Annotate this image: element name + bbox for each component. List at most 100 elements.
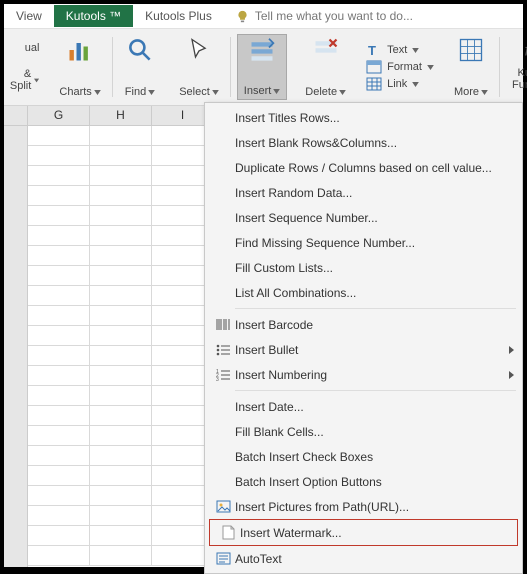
fx-icon: fx: [522, 36, 527, 64]
menu-batch-check-boxes[interactable]: Batch Insert Check Boxes: [205, 444, 522, 469]
cell[interactable]: [90, 486, 152, 506]
cell[interactable]: [28, 166, 90, 186]
menu-insert-numbering[interactable]: 123Insert Numbering: [205, 362, 522, 387]
barcode-icon: [216, 318, 231, 331]
more-button[interactable]: More: [448, 34, 494, 100]
cell[interactable]: [28, 226, 90, 246]
tell-me-box[interactable]: Tell me what you want to do...: [236, 9, 413, 23]
cell[interactable]: [90, 366, 152, 386]
tab-kutools[interactable]: Kutools ™: [54, 5, 133, 27]
cell[interactable]: [90, 326, 152, 346]
cell[interactable]: [90, 426, 152, 446]
tab-kutools-plus[interactable]: Kutools Plus: [133, 5, 224, 27]
search-icon: [126, 36, 154, 64]
menu-insert-date[interactable]: Insert Date...: [205, 394, 522, 419]
chevron-down-icon: [339, 90, 346, 95]
cell[interactable]: [28, 366, 90, 386]
cell[interactable]: [28, 386, 90, 406]
insert-button[interactable]: Insert: [237, 34, 288, 100]
cell[interactable]: [28, 246, 90, 266]
cell[interactable]: [90, 386, 152, 406]
cell[interactable]: [90, 166, 152, 186]
tell-me-label: Tell me what you want to do...: [255, 9, 413, 23]
menu-insert-barcode[interactable]: Insert Barcode: [205, 312, 522, 337]
menu-find-missing-sequence[interactable]: Find Missing Sequence Number...: [205, 230, 522, 255]
ribbon: ual & Split Charts Find Select Insert: [4, 28, 523, 106]
cell[interactable]: [90, 446, 152, 466]
cell[interactable]: [28, 326, 90, 346]
link-button[interactable]: Link: [366, 77, 434, 91]
text-button[interactable]: T Text: [366, 43, 434, 57]
submenu-arrow-icon: [509, 371, 514, 379]
select-all-corner[interactable]: [4, 106, 28, 125]
cell[interactable]: [90, 406, 152, 426]
cell[interactable]: [28, 446, 90, 466]
menu-insert-sequence-number[interactable]: Insert Sequence Number...: [205, 205, 522, 230]
cell[interactable]: [28, 306, 90, 326]
cell[interactable]: [28, 486, 90, 506]
cell[interactable]: [90, 466, 152, 486]
menu-insert-bullet[interactable]: Insert Bullet: [205, 337, 522, 362]
col-header[interactable]: G: [28, 106, 90, 125]
cell[interactable]: [28, 286, 90, 306]
cell[interactable]: [28, 186, 90, 206]
submenu-arrow-icon: [509, 346, 514, 354]
highlight-annotation: Insert Watermark...: [209, 519, 518, 546]
tab-view[interactable]: View: [4, 5, 54, 27]
menu-insert-pictures-url[interactable]: Insert Pictures from Path(URL)...: [205, 494, 522, 519]
col-header[interactable]: H: [90, 106, 152, 125]
menu-list-all-combinations[interactable]: List All Combinations...: [205, 280, 522, 305]
cell[interactable]: [28, 146, 90, 166]
cell[interactable]: [28, 266, 90, 286]
cell[interactable]: [28, 206, 90, 226]
menu-fill-custom-lists[interactable]: Fill Custom Lists...: [205, 255, 522, 280]
menu-insert-titles-rows[interactable]: Insert Titles Rows...: [205, 105, 522, 130]
cell[interactable]: [90, 266, 152, 286]
svg-text:3: 3: [216, 377, 219, 381]
cell[interactable]: [90, 226, 152, 246]
charts-button[interactable]: Charts: [53, 34, 106, 100]
bullet-list-icon: [216, 343, 231, 356]
ribbon-tabs: View Kutools ™ Kutools Plus Tell me what…: [4, 4, 523, 28]
delete-button[interactable]: Delete: [299, 34, 352, 100]
select-button[interactable]: Select: [173, 34, 225, 100]
menu-insert-watermark[interactable]: Insert Watermark...: [210, 520, 517, 545]
cell[interactable]: [28, 426, 90, 446]
menu-batch-option-buttons[interactable]: Batch Insert Option Buttons: [205, 469, 522, 494]
menu-fill-blank-cells[interactable]: Fill Blank Cells...: [205, 419, 522, 444]
cell[interactable]: [90, 206, 152, 226]
cell[interactable]: [90, 186, 152, 206]
svg-text:T: T: [368, 43, 376, 57]
number-list-icon: 123: [216, 368, 231, 381]
menu-insert-blank-rows-cols[interactable]: Insert Blank Rows&Columns...: [205, 130, 522, 155]
cell[interactable]: [28, 466, 90, 486]
link-icon: [366, 77, 382, 91]
cell[interactable]: [90, 126, 152, 146]
cell[interactable]: [28, 506, 90, 526]
functions-button[interactable]: fx Kutools Functions: [506, 34, 527, 100]
chevron-down-icon: [481, 90, 488, 95]
lightbulb-icon: [236, 10, 249, 23]
chevron-down-icon: [34, 78, 39, 83]
menu-insert-random-data[interactable]: Insert Random Data...: [205, 180, 522, 205]
find-button[interactable]: Find: [119, 34, 161, 100]
menu-duplicate-rows-cols[interactable]: Duplicate Rows / Columns based on cell v…: [205, 155, 522, 180]
cell[interactable]: [90, 526, 152, 546]
cell[interactable]: [90, 306, 152, 326]
cell[interactable]: [90, 506, 152, 526]
delete-rows-icon: [312, 36, 340, 64]
cell[interactable]: [28, 546, 90, 566]
cell[interactable]: [90, 146, 152, 166]
cell[interactable]: [28, 346, 90, 366]
cell[interactable]: [90, 246, 152, 266]
cell[interactable]: [28, 126, 90, 146]
format-button[interactable]: Format: [366, 60, 434, 74]
cell[interactable]: [90, 346, 152, 366]
chevron-down-icon: [412, 48, 419, 53]
cell[interactable]: [28, 526, 90, 546]
cursor-icon: [185, 36, 213, 64]
cell[interactable]: [90, 546, 152, 566]
cell[interactable]: [28, 406, 90, 426]
cell[interactable]: [90, 286, 152, 306]
menu-autotext[interactable]: AutoText: [205, 546, 522, 571]
